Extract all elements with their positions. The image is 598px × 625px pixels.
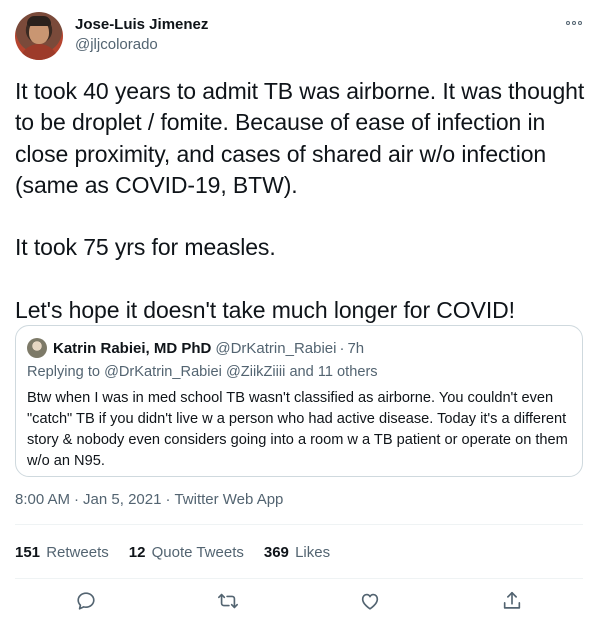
tweet-meta: 8:00 AM · Jan 5, 2021 · Twitter Web App: [15, 491, 283, 508]
tweet-time[interactable]: 8:00 AM: [15, 491, 70, 508]
share-icon: [503, 591, 521, 609]
retweet-button[interactable]: [213, 586, 243, 616]
quoted-tweet[interactable]: Katrin Rabiei, MD PhD @DrKatrin_Rabiei ·…: [15, 325, 583, 477]
like-button[interactable]: [355, 586, 385, 616]
reply-button[interactable]: [71, 586, 101, 616]
quoted-header: Katrin Rabiei, MD PhD @DrKatrin_Rabiei ·…: [27, 338, 364, 358]
meta-separator: ·: [74, 491, 80, 508]
likes-stat[interactable]: 369 Likes: [264, 544, 330, 561]
quoted-time: 7h: [347, 339, 365, 357]
tweet-source-app[interactable]: Twitter Web App: [174, 491, 283, 508]
author-avatar[interactable]: [15, 12, 63, 60]
retweets-stat[interactable]: 151 Retweets: [15, 544, 109, 561]
more-icon[interactable]: [563, 16, 585, 30]
divider: [15, 524, 583, 525]
likes-label: Likes: [295, 543, 331, 561]
retweet-icon: [218, 593, 238, 609]
replying-to-user-2: @ZiikZiiii: [225, 364, 286, 380]
reply-icon: [77, 592, 95, 610]
quoted-author-name: Katrin Rabiei, MD PhD: [53, 339, 212, 357]
more-dot: [578, 21, 582, 25]
tweet-text: It took 40 years to admit TB was airborn…: [15, 78, 585, 324]
avatar-hair: [27, 16, 51, 26]
quote-tweets-label: Quote Tweets: [151, 543, 244, 561]
replying-to-suffix: and 11 others: [289, 364, 378, 380]
tweet-header: Jose-Luis Jimenez @jljcolorado: [15, 12, 585, 62]
replying-to-prefix: Replying to: [27, 364, 101, 380]
retweets-count: 151: [15, 543, 41, 561]
tweet-actions: [15, 586, 583, 616]
author-name[interactable]: Jose-Luis Jimenez: [75, 16, 208, 33]
quoted-avatar: [27, 338, 47, 358]
author-handle[interactable]: @jljcolorado: [75, 36, 158, 53]
likes-count: 369: [263, 543, 289, 561]
more-dot: [566, 21, 570, 25]
share-button[interactable]: [497, 586, 527, 616]
quote-tweets-count: 12: [128, 543, 146, 561]
quoted-separator: ·: [339, 339, 345, 357]
quoted-author-handle: @DrKatrin_Rabiei: [215, 339, 337, 357]
quoted-text: Btw when I was in med school TB wasn't c…: [27, 390, 568, 469]
like-icon: [361, 593, 379, 610]
divider: [15, 578, 583, 579]
avatar-shirt: [19, 44, 59, 60]
retweets-label: Retweets: [46, 543, 109, 561]
replying-to-user-1: @DrKatrin_Rabiei: [104, 364, 222, 380]
tweet-date[interactable]: Jan 5, 2021: [83, 491, 161, 508]
quote-tweets-stat[interactable]: 12 Quote Tweets: [129, 544, 244, 561]
more-dot: [572, 21, 576, 25]
meta-separator: ·: [165, 491, 171, 508]
quoted-replying-to: Replying to @DrKatrin_Rabiei @ZiikZiiii …: [27, 364, 378, 380]
tweet-stats: 151 Retweets 12 Quote Tweets 369 Likes: [15, 541, 350, 563]
